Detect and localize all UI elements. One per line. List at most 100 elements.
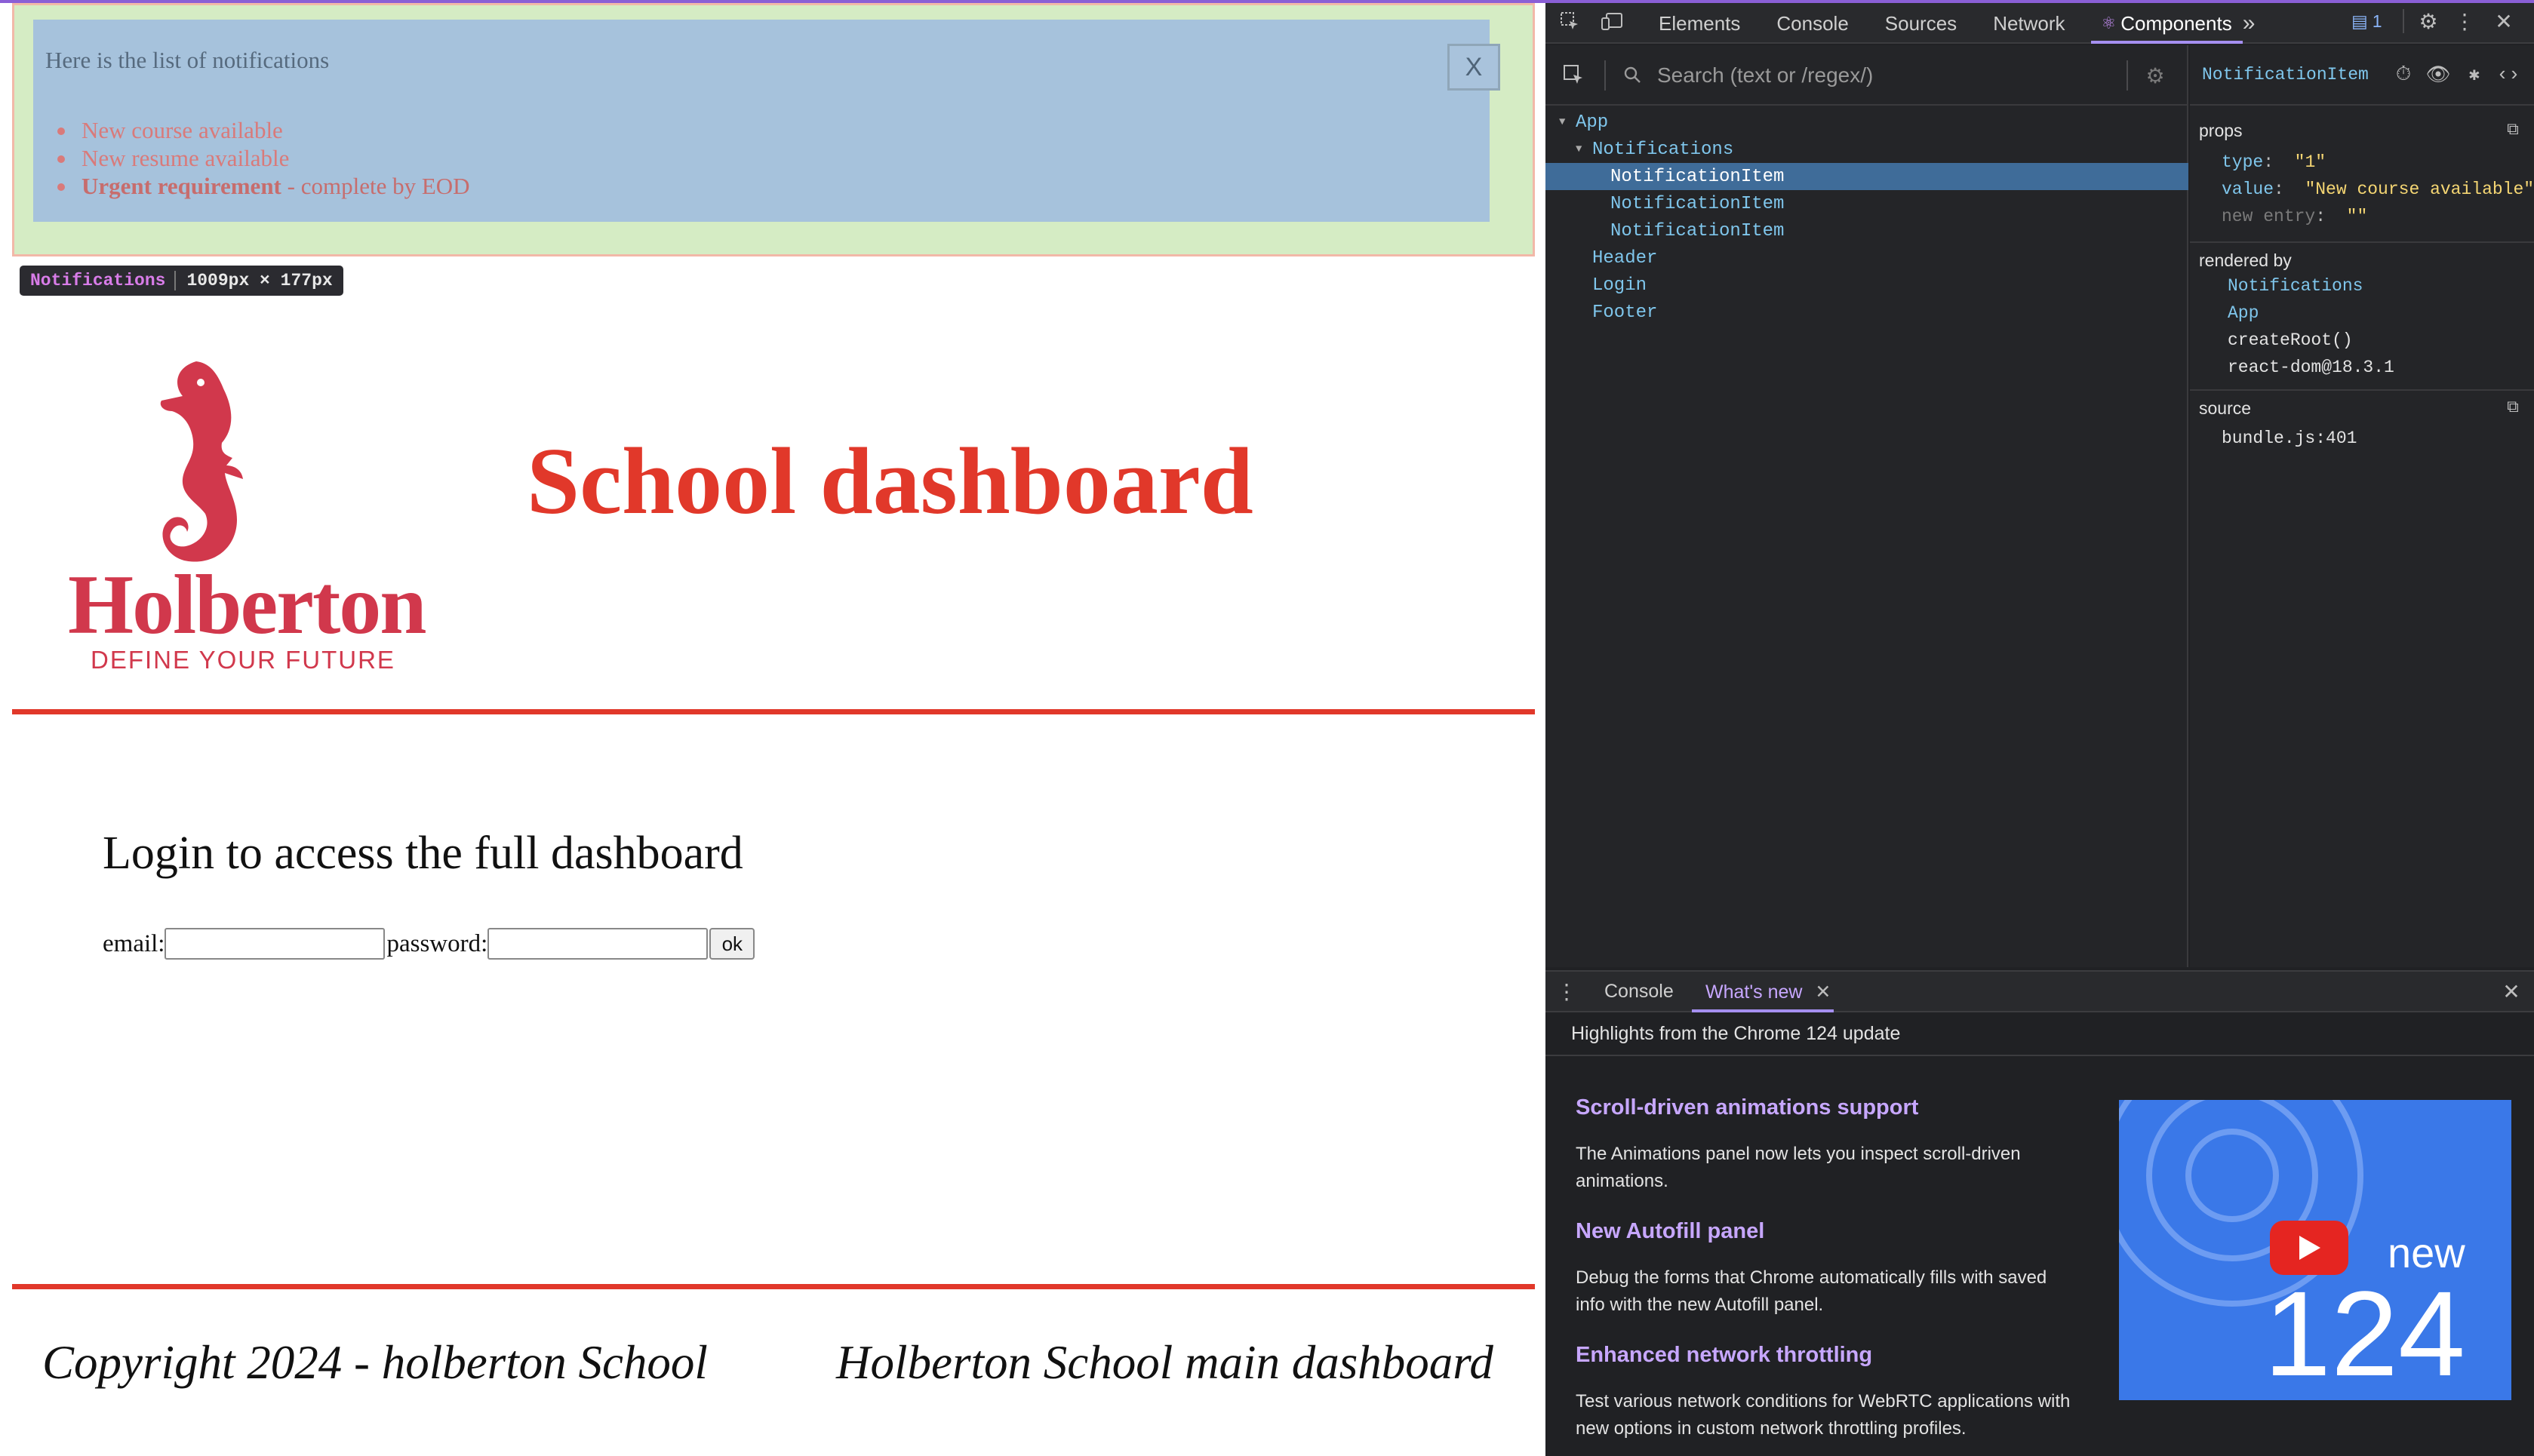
component-tree: ▼ App ▼ Notifications NotificationItem Not… xyxy=(1545,109,2188,326)
inspect-element-icon[interactable] xyxy=(1558,9,1582,33)
stopwatch-icon[interactable]: ⏱ xyxy=(2392,62,2415,88)
react-icon: ⚛ xyxy=(2101,14,2117,32)
rendered-divider xyxy=(2190,389,2534,391)
copy-source-icon[interactable]: ⧉ xyxy=(2502,397,2523,418)
issues-badge[interactable]: ▤ 1 xyxy=(2351,9,2382,33)
component-search-bar: Search (text or /regex/) ⚙ xyxy=(1545,45,2188,106)
drawer-tabs: ⋮ Console What's new ✕ ✕ xyxy=(1545,972,2534,1012)
source-file[interactable]: bundle.js:401 xyxy=(2222,429,2357,448)
tree-node-footer[interactable]: Footer xyxy=(1545,299,2188,326)
bug-icon[interactable]: ✱ xyxy=(2463,62,2486,88)
login-submit-button[interactable]: ok xyxy=(709,928,755,960)
tree-node-header[interactable]: Header xyxy=(1545,244,2188,272)
tree-node-notifications[interactable]: ▼ Notifications xyxy=(1545,136,2188,163)
rendered-by-item: createRoot() xyxy=(2228,330,2353,350)
settings-icon[interactable]: ⚙ xyxy=(2415,8,2442,35)
notification-item[interactable]: New resume available xyxy=(57,144,470,172)
new-entry-value: "" xyxy=(2346,207,2368,226)
tab-components[interactable]: ⚛ Components xyxy=(2090,3,2243,44)
whats-new-headline: Highlights from the Chrome 124 update xyxy=(1571,1023,1901,1044)
whats-new-video-thumbnail[interactable]: new 124 xyxy=(2119,1100,2511,1400)
notification-item-urgent[interactable]: Urgent requirement - complete by EOD xyxy=(57,172,470,200)
close-notifications-button[interactable]: X xyxy=(1447,44,1500,91)
component-search-input[interactable]: Search (text or /regex/) xyxy=(1657,63,1873,88)
feature-title[interactable]: Enhanced network throttling xyxy=(1576,1343,1872,1368)
tree-node-label: Header xyxy=(1592,247,1658,269)
feature-title[interactable]: Scroll-driven animations support xyxy=(1576,1095,1918,1120)
logo-tagline: DEFINE YOUR FUTURE xyxy=(91,646,395,674)
rendered-by-label: rendered by xyxy=(2199,250,2292,270)
more-tabs-icon[interactable]: » xyxy=(2243,3,2256,44)
feature-title[interactable]: New Autofill panel xyxy=(1576,1219,1764,1244)
select-component-icon[interactable] xyxy=(1561,62,1586,88)
prop-colon: : xyxy=(2315,207,2347,226)
selected-component-name: NotificationItem xyxy=(2202,65,2369,84)
prop-key: type xyxy=(2222,152,2264,172)
search-icon xyxy=(1621,62,1644,88)
collapse-arrow-icon[interactable]: ▼ xyxy=(1559,116,1576,128)
props-divider xyxy=(2190,241,2534,243)
notification-item[interactable]: New course available xyxy=(57,116,470,144)
tab-network[interactable]: Network xyxy=(1993,3,2065,44)
tree-node-login[interactable]: Login xyxy=(1545,272,2188,299)
email-field[interactable] xyxy=(165,928,386,960)
search-divider xyxy=(1604,60,1606,91)
close-drawer-icon[interactable]: ✕ xyxy=(2499,979,2523,1003)
close-tab-icon[interactable]: ✕ xyxy=(1815,981,1831,1003)
drawer-tab-console[interactable]: Console xyxy=(1604,981,1674,1003)
header-divider xyxy=(12,709,1535,714)
footer-divider xyxy=(12,1284,1535,1289)
close-devtools-icon[interactable]: ✕ xyxy=(2490,8,2517,35)
eye-icon[interactable]: 👁 xyxy=(2426,62,2451,88)
component-props-pane: NotificationItem ⏱ 👁 ✱ ‹› props ⧉ type: … xyxy=(2190,45,2534,967)
tab-console[interactable]: Console xyxy=(1776,3,1848,44)
app-viewport: Here is the list of notifications X New … xyxy=(0,0,1545,1456)
rendered-by-item[interactable]: Notifications xyxy=(2228,276,2363,296)
prop-value: "1" xyxy=(2294,152,2326,172)
collapse-arrow-icon[interactable]: ▼ xyxy=(1576,143,1592,155)
view-source-icon[interactable]: ‹› xyxy=(2495,62,2522,88)
drawer-menu-icon[interactable]: ⋮ xyxy=(1556,979,1577,1003)
drawer-tab-whats-new[interactable]: What's new ✕ xyxy=(1705,981,1831,1003)
issues-icon: ▤ xyxy=(2351,11,2368,31)
more-options-icon[interactable]: ⋮ xyxy=(2454,8,2475,35)
logo-name: Holberton xyxy=(68,558,427,652)
tree-node-label: NotificationItem xyxy=(1610,166,1785,187)
prop-row[interactable]: type: "1" xyxy=(2222,152,2326,172)
devtools-tabs: Elements Console Sources Network ⚛ Compo… xyxy=(1659,3,2291,44)
whats-new-divider xyxy=(1545,1055,2534,1056)
tree-node-notificationitem[interactable]: NotificationItem xyxy=(1545,217,2188,244)
urgent-label: Urgent requirement xyxy=(81,173,281,199)
search-divider-right xyxy=(2127,60,2128,91)
rendered-by-item[interactable]: App xyxy=(2228,303,2259,323)
login-form: email: password: ok xyxy=(103,928,755,960)
tab-elements[interactable]: Elements xyxy=(1659,3,1740,44)
prop-row[interactable]: value: "New course available" xyxy=(2222,180,2534,199)
toolbar-separator xyxy=(2403,9,2404,33)
notification-text: New resume available xyxy=(81,145,290,171)
active-tab-underline xyxy=(1692,1009,1834,1012)
tree-node-notificationitem-selected[interactable]: NotificationItem xyxy=(1545,163,2188,190)
tree-node-label: Footer xyxy=(1592,302,1658,323)
feature-description: The Animations panel now lets you inspec… xyxy=(1576,1144,2021,1191)
copy-props-icon[interactable]: ⧉ xyxy=(2502,119,2523,140)
notification-text: New course available xyxy=(81,117,283,143)
inspect-size: 1009px × 177px xyxy=(186,271,333,290)
tab-components-label: Components xyxy=(2120,11,2232,35)
drawer-tab-whats-new-label: What's new xyxy=(1705,981,1803,1003)
footer-copyright: Copyright 2024 - holberton School xyxy=(42,1336,708,1389)
rendered-by-item: react-dom@18.3.1 xyxy=(2228,358,2394,377)
tree-settings-icon[interactable]: ⚙ xyxy=(2142,62,2169,89)
email-label: email: xyxy=(103,929,165,957)
devtools-toolbar: Elements Console Sources Network ⚛ Compo… xyxy=(1545,0,2534,44)
tree-node-notificationitem[interactable]: NotificationItem xyxy=(1545,190,2188,217)
tree-node-label: NotificationItem xyxy=(1610,193,1785,214)
notifications-list: New course available New resume availabl… xyxy=(57,116,470,200)
page-title: School dashboard xyxy=(527,429,1253,534)
device-toolbar-icon[interactable] xyxy=(1600,9,1625,33)
tab-sources[interactable]: Sources xyxy=(1885,3,1957,44)
notifications-title: Here is the list of notifications xyxy=(45,47,330,73)
new-entry-row[interactable]: new entry: "" xyxy=(2222,207,2367,226)
password-field[interactable] xyxy=(487,928,709,960)
tree-node-app[interactable]: ▼ App xyxy=(1545,109,2188,136)
